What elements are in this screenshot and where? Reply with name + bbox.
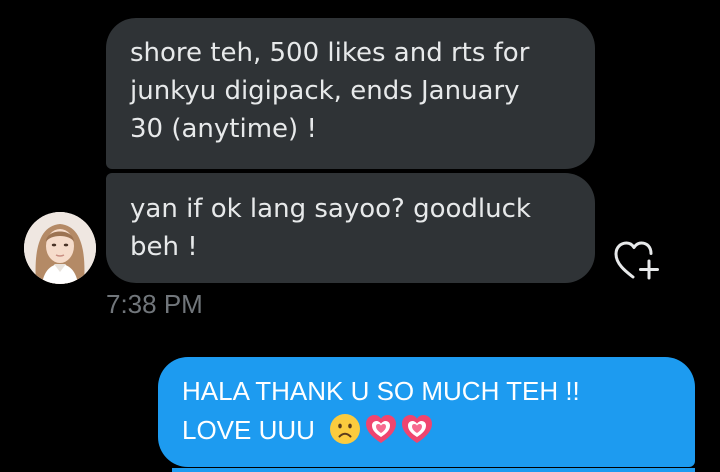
growing-heart-emoji bbox=[366, 415, 397, 443]
frowning-face-emoji bbox=[330, 414, 361, 444]
avatar-photo bbox=[24, 212, 96, 284]
message-timestamp: 7:38 PM bbox=[106, 289, 203, 319]
heart-plus-icon[interactable] bbox=[612, 238, 662, 282]
avatar[interactable] bbox=[24, 212, 96, 284]
outgoing-message-line: HALA THANK U SO MUCH TEH !! bbox=[182, 376, 580, 406]
incoming-message-bubble[interactable]: yan if ok lang sayoo? goodluck beh ! bbox=[106, 173, 595, 283]
outgoing-message-text: LOVE UUU bbox=[182, 415, 315, 445]
incoming-message-bubble[interactable]: shore teh, 500 likes and rts for junkyu … bbox=[106, 18, 595, 169]
outgoing-message-bubble[interactable]: HALA THANK U SO MUCH TEH !! LOVE UUU bbox=[158, 357, 695, 467]
growing-heart-emoji bbox=[402, 415, 433, 443]
next-outgoing-bubble-edge bbox=[172, 468, 695, 472]
emoji-group bbox=[328, 412, 434, 446]
outgoing-message-line: LOVE UUU bbox=[182, 411, 671, 450]
